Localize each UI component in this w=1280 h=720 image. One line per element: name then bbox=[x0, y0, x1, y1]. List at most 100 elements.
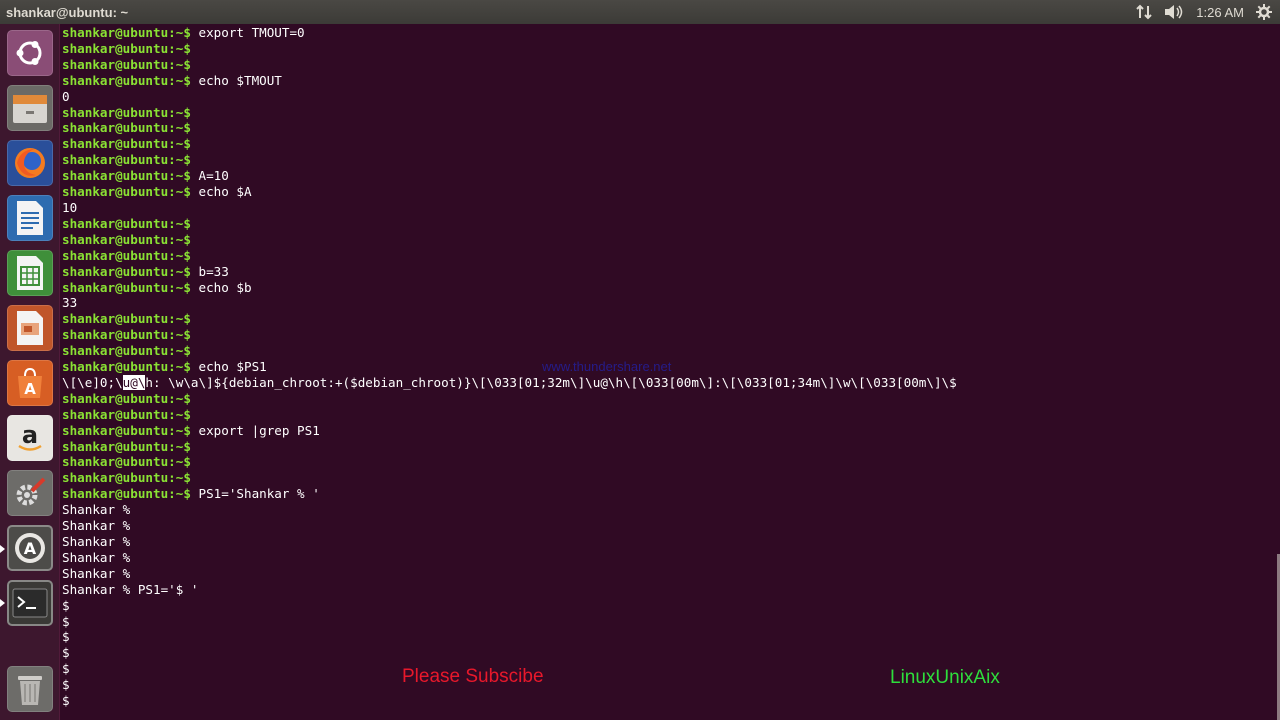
command-text: Shankar % bbox=[62, 534, 131, 549]
calc-icon[interactable] bbox=[7, 250, 53, 296]
terminal-line: shankar@ubuntu:~$ b=33 bbox=[62, 264, 957, 280]
running-pip bbox=[0, 599, 5, 607]
terminal-line: shankar@ubuntu:~$ export TMOUT=0 bbox=[62, 25, 957, 41]
command-text-rest: h: \w\a\]${debian_chroot:+($debian_chroo… bbox=[145, 374, 957, 390]
prompt: shankar@ubuntu:~$ bbox=[62, 184, 191, 200]
terminal-line: shankar@ubuntu:~$ bbox=[62, 105, 957, 121]
terminal-line: shankar@ubuntu:~$ bbox=[62, 232, 957, 248]
terminal-line: shankar@ubuntu:~$ echo $TMOUT bbox=[62, 73, 957, 89]
launcher: A a A bbox=[0, 24, 60, 720]
window-title: shankar@ubuntu: ~ bbox=[6, 4, 129, 20]
terminal-line: shankar@ubuntu:~$ bbox=[62, 152, 957, 168]
prompt: shankar@ubuntu:~$ bbox=[62, 327, 191, 343]
network-icon[interactable] bbox=[1136, 4, 1153, 20]
terminal-line: 0 bbox=[62, 89, 957, 105]
text-selection[interactable]: u@\ bbox=[122, 374, 146, 390]
terminal-line: $ bbox=[62, 629, 957, 645]
terminal-icon[interactable] bbox=[7, 580, 53, 626]
command-text: 10 bbox=[62, 199, 78, 215]
terminal-output: shankar@ubuntu:~$ export TMOUT=0 shankar@… bbox=[62, 25, 957, 709]
prompt: shankar@ubuntu:~$ bbox=[62, 486, 191, 502]
subscribe-caption: Please Subscibe bbox=[402, 666, 544, 687]
prompt: shankar@ubuntu:~$ bbox=[62, 215, 191, 231]
prompt: shankar@ubuntu:~$ bbox=[62, 311, 191, 327]
software-updater-icon[interactable]: A bbox=[7, 525, 53, 571]
indicator-area: 1:26 AM bbox=[1136, 4, 1280, 20]
svg-text:A: A bbox=[24, 380, 36, 398]
terminal-line: Shankar % bbox=[62, 550, 957, 566]
terminal-line: $ bbox=[62, 614, 957, 630]
prompt: shankar@ubuntu:~$ bbox=[62, 422, 191, 438]
prompt: shankar@ubuntu:~$ bbox=[62, 72, 191, 88]
terminal-line: shankar@ubuntu:~$ export |grep PS1 bbox=[62, 423, 957, 439]
prompt: shankar@ubuntu:~$ bbox=[62, 25, 191, 40]
terminal-line: shankar@ubuntu:~$ bbox=[62, 391, 957, 407]
channel-caption: LinuxUnixAix bbox=[890, 667, 1000, 688]
terminal-line: shankar@ubuntu:~$ bbox=[62, 216, 957, 232]
trash-icon[interactable] bbox=[7, 666, 53, 712]
terminal-line: Shankar % bbox=[62, 518, 957, 534]
prompt: shankar@ubuntu:~$ bbox=[62, 56, 191, 72]
terminal-line: shankar@ubuntu:~$ bbox=[62, 311, 957, 327]
prompt: shankar@ubuntu:~$ bbox=[62, 136, 191, 152]
volume-icon[interactable] bbox=[1164, 4, 1184, 20]
terminal-line: shankar@ubuntu:~$ bbox=[62, 57, 957, 73]
software-center-icon[interactable]: A bbox=[7, 360, 53, 406]
terminal-line: shankar@ubuntu:~$ bbox=[62, 343, 957, 359]
prompt: shankar@ubuntu:~$ bbox=[62, 120, 191, 136]
terminal-line: shankar@ubuntu:~$ echo $PS1 bbox=[62, 359, 957, 375]
top-panel: shankar@ubuntu: ~ 1:26 AM bbox=[0, 0, 1280, 24]
amazon-icon[interactable]: a bbox=[7, 415, 53, 461]
gear-icon[interactable] bbox=[1256, 4, 1272, 20]
command-text: echo $PS1 bbox=[190, 359, 267, 375]
terminal-line: shankar@ubuntu:~$ bbox=[62, 470, 957, 486]
writer-icon[interactable] bbox=[7, 195, 53, 241]
command-text: Shankar % bbox=[62, 565, 131, 581]
command-text: $ bbox=[62, 645, 70, 661]
command-text: 33 bbox=[62, 295, 78, 311]
terminal-line: Shankar % PS1='$ ' bbox=[62, 582, 957, 598]
terminal-line: shankar@ubuntu:~$ bbox=[62, 41, 957, 57]
prompt: shankar@ubuntu:~$ bbox=[62, 152, 191, 168]
terminal-line: 33 bbox=[62, 295, 957, 311]
watermark: www.thundershare.net bbox=[542, 359, 672, 374]
command-text: $ bbox=[62, 693, 70, 709]
prompt: shankar@ubuntu:~$ bbox=[62, 406, 191, 422]
command-text: Shankar % bbox=[62, 502, 131, 518]
terminal-line: shankar@ubuntu:~$ bbox=[62, 120, 957, 136]
terminal-line: shankar@ubuntu:~$ bbox=[62, 439, 957, 455]
files-icon[interactable] bbox=[7, 85, 53, 131]
command-text: echo $A bbox=[190, 184, 252, 200]
terminal-line: $ bbox=[62, 645, 957, 661]
prompt: shankar@ubuntu:~$ bbox=[62, 470, 191, 486]
command-text: \[\e]0;\ bbox=[62, 374, 123, 390]
command-text: 0 bbox=[62, 88, 70, 104]
prompt: shankar@ubuntu:~$ bbox=[62, 343, 191, 359]
terminal-line: $ bbox=[62, 598, 957, 614]
command-text: echo $b bbox=[190, 279, 252, 295]
prompt: shankar@ubuntu:~$ bbox=[62, 359, 191, 375]
terminal-line: Shankar % bbox=[62, 566, 957, 582]
command-text: $ bbox=[62, 629, 70, 645]
firefox-icon[interactable] bbox=[7, 140, 53, 186]
svg-text:a: a bbox=[22, 421, 38, 449]
terminal-line: shankar@ubuntu:~$ bbox=[62, 248, 957, 264]
terminal-window[interactable]: shankar@ubuntu:~$ export TMOUT=0 shankar@… bbox=[60, 24, 1280, 720]
impress-icon[interactable] bbox=[7, 305, 53, 351]
prompt: shankar@ubuntu:~$ bbox=[62, 40, 191, 56]
terminal-line: shankar@ubuntu:~$ bbox=[62, 407, 957, 423]
terminal-line: shankar@ubuntu:~$ echo $b bbox=[62, 280, 957, 296]
command-text: $ bbox=[62, 661, 70, 677]
terminal-line: shankar@ubuntu:~$ bbox=[62, 136, 957, 152]
command-text: A=10 bbox=[190, 168, 229, 184]
clock[interactable]: 1:26 AM bbox=[1196, 5, 1244, 20]
command-text: $ bbox=[62, 597, 70, 613]
prompt: shankar@ubuntu:~$ bbox=[62, 104, 191, 120]
ubuntu-dash-icon[interactable] bbox=[7, 30, 53, 76]
command-text: Shankar % bbox=[62, 549, 131, 565]
terminal-line: shankar@ubuntu:~$ bbox=[62, 454, 957, 470]
terminal-line: shankar@ubuntu:~$ PS1='Shankar % ' bbox=[62, 486, 957, 502]
command-text: b=33 bbox=[190, 263, 229, 279]
system-settings-icon[interactable] bbox=[7, 470, 53, 516]
command-text: echo $TMOUT bbox=[190, 72, 282, 88]
